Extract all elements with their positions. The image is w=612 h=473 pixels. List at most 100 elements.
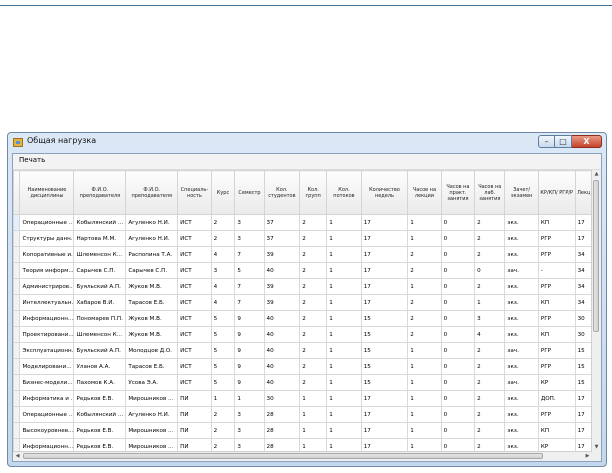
table-cell[interactable]: 3: [474, 310, 506, 327]
table-cell[interactable]: Буяльский А.П.: [73, 278, 127, 295]
table-cell[interactable]: 2: [299, 214, 328, 231]
table-cell[interactable]: 1: [407, 342, 442, 359]
table-cell[interactable]: 2: [299, 326, 328, 343]
table-cell[interactable]: 4: [210, 294, 236, 311]
table-cell[interactable]: Хабаров В.И.: [73, 294, 127, 311]
table-cell[interactable]: 30: [263, 390, 301, 407]
table-cell[interactable]: 2: [299, 374, 328, 391]
table-cell[interactable]: РГР: [537, 358, 576, 375]
table-cell[interactable]: ИСТ: [177, 358, 212, 375]
table-cell[interactable]: РГР: [537, 310, 576, 327]
close-button[interactable]: X: [572, 135, 602, 148]
table-cell[interactable]: 3: [234, 406, 265, 423]
table-row[interactable]: Бизнес-модели... Пахомов К.А. Усова Э.А. ИС…: [13, 374, 594, 391]
title-bar[interactable]: Общая нагрузка – □ X: [8, 133, 606, 153]
table-cell[interactable]: 1: [326, 422, 362, 439]
table-cell[interactable]: экз.: [504, 246, 539, 263]
table-cell[interactable]: 40: [263, 326, 301, 343]
table-cell[interactable]: Теория информ...: [19, 262, 75, 279]
table-cell[interactable]: 1: [326, 310, 362, 327]
table-cell[interactable]: 5: [210, 374, 236, 391]
table-cell[interactable]: 1: [326, 326, 362, 343]
table-cell[interactable]: КП: [537, 214, 576, 231]
table-cell[interactable]: 2: [299, 246, 328, 263]
table-cell[interactable]: 39: [263, 294, 301, 311]
table-cell[interactable]: Тарасов Е.Б.: [125, 358, 179, 375]
table-cell[interactable]: 1: [326, 406, 362, 423]
table-cell[interactable]: РГР: [537, 246, 576, 263]
table-cell[interactable]: 37: [263, 214, 301, 231]
table-cell[interactable]: Интеллектуальн...: [19, 294, 75, 311]
table-row[interactable]: Эксплуатационн... Буяльский А.П. Молодцов …: [13, 342, 594, 359]
table-cell[interactable]: 17: [360, 230, 409, 247]
table-cell[interactable]: экз.: [504, 326, 539, 343]
table-cell[interactable]: 4: [474, 326, 506, 343]
table-cell[interactable]: 17: [574, 390, 594, 407]
table-cell[interactable]: 1: [234, 390, 265, 407]
column-header[interactable]: КР/КП/ РГР/Р: [537, 170, 576, 215]
column-header[interactable]: Курс: [210, 170, 236, 215]
table-row[interactable]: Копоративные и... Шлеменсон К... Распопина…: [13, 246, 594, 263]
column-header[interactable]: Наименование дисциплины: [19, 170, 75, 215]
table-cell[interactable]: Тарасов Е.Б.: [125, 294, 179, 311]
table-cell[interactable]: 1: [407, 374, 442, 391]
table-cell[interactable]: 2: [299, 358, 328, 375]
column-header[interactable]: Лекц: [574, 170, 594, 215]
table-cell[interactable]: 2: [210, 406, 236, 423]
table-cell[interactable]: 2: [299, 294, 328, 311]
table-cell[interactable]: 34: [574, 278, 594, 295]
table-cell[interactable]: Информатика и ...: [19, 390, 75, 407]
table-cell[interactable]: зач.: [504, 374, 539, 391]
table-cell[interactable]: 15: [360, 358, 409, 375]
table-cell[interactable]: 2: [474, 358, 506, 375]
table-cell[interactable]: 0: [440, 422, 476, 439]
table-cell[interactable]: Агуленко Н.И.: [125, 406, 179, 423]
table-cell[interactable]: Эксплуатационн...: [19, 342, 75, 359]
table-cell[interactable]: 28: [263, 422, 301, 439]
table-cell[interactable]: 34: [574, 262, 594, 279]
column-header[interactable]: Кол. потоков: [326, 170, 362, 215]
table-cell[interactable]: экз.: [504, 406, 539, 423]
table-cell[interactable]: Копоративные и...: [19, 246, 75, 263]
table-cell[interactable]: 17: [360, 422, 409, 439]
column-header[interactable]: Ф.И.О. преподавателя: [125, 170, 179, 215]
table-cell[interactable]: ПИ: [177, 390, 212, 407]
table-cell[interactable]: 2: [407, 326, 442, 343]
table-cell[interactable]: 4: [210, 278, 236, 295]
table-cell[interactable]: Кобылянский ...: [73, 214, 127, 231]
table-cell[interactable]: Агуленко Н.И.: [125, 230, 179, 247]
table-cell[interactable]: 2: [299, 342, 328, 359]
table-cell[interactable]: 2: [474, 374, 506, 391]
table-cell[interactable]: 1: [407, 230, 442, 247]
table-cell[interactable]: 17: [360, 390, 409, 407]
column-header[interactable]: Часов на лаб. занятия: [474, 170, 506, 215]
table-cell[interactable]: 40: [263, 310, 301, 327]
table-cell[interactable]: КП: [537, 422, 576, 439]
table-cell[interactable]: Буяльский А.П.: [73, 342, 127, 359]
table-cell[interactable]: 2: [474, 422, 506, 439]
table-cell[interactable]: ИСТ: [177, 230, 212, 247]
table-cell[interactable]: 2: [474, 246, 506, 263]
table-cell[interactable]: 1: [474, 294, 506, 311]
vertical-scrollbar[interactable]: ▲ ▼: [591, 170, 601, 452]
table-cell[interactable]: 2: [407, 294, 442, 311]
table-cell[interactable]: 0: [440, 310, 476, 327]
column-header[interactable]: Часов на практ. занятия: [440, 170, 476, 215]
table-cell[interactable]: 4: [210, 246, 236, 263]
column-header[interactable]: Ф.И.О. преподавателя: [73, 170, 127, 215]
table-cell[interactable]: ДОП.: [537, 390, 576, 407]
vertical-scroll-thumb[interactable]: [593, 180, 599, 332]
table-cell[interactable]: 3: [234, 214, 265, 231]
table-cell[interactable]: ПИ: [177, 422, 212, 439]
table-row[interactable]: Информатика и ... Редьков Е.В. Мирошников …: [13, 390, 594, 407]
table-cell[interactable]: 2: [299, 262, 328, 279]
table-row[interactable]: Операционные ... Кобылянский ... Агуленко …: [13, 406, 594, 423]
table-cell[interactable]: ИСТ: [177, 342, 212, 359]
table-cell[interactable]: 17: [574, 230, 594, 247]
table-cell[interactable]: 0: [440, 294, 476, 311]
table-cell[interactable]: экз.: [504, 390, 539, 407]
table-cell[interactable]: 2: [474, 214, 506, 231]
table-cell[interactable]: экз.: [504, 358, 539, 375]
column-header[interactable]: Количество недель: [360, 170, 409, 215]
column-header[interactable]: Специаль-ность: [177, 170, 212, 215]
